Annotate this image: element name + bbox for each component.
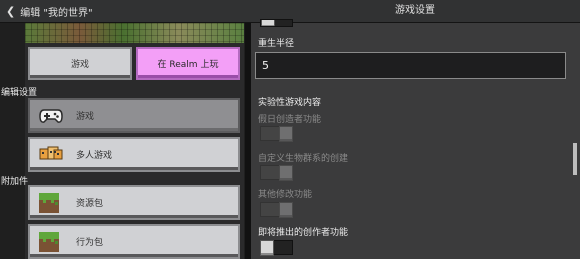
nav-item-game[interactable]: 游戏 (28, 98, 240, 133)
nav-item-label: 多人游戏 (76, 151, 113, 161)
back-button[interactable]: ❮ 编辑 "我的世界" (6, 0, 93, 22)
nav-item-behavior-packs[interactable]: 行为包 (28, 224, 240, 259)
controller-icon (39, 108, 63, 123)
nav-item-label: 行为包 (76, 238, 104, 248)
respawn-radius-input[interactable]: 5 (255, 52, 566, 79)
holiday-creator-toggle[interactable] (260, 126, 293, 142)
custom-biomes-toggle[interactable] (260, 165, 293, 181)
toggle-partial[interactable] (260, 19, 293, 27)
experimental-heading: 实验性游戏内容 (258, 98, 322, 108)
page-title: 游戏设置 (395, 5, 435, 16)
toggle-label: 假日创造者功能 (258, 115, 322, 125)
grass-block-icon (39, 231, 59, 252)
multiplayer-icon (39, 146, 63, 159)
toggle-label: 即将推出的创作者功能 (258, 228, 349, 238)
nav-item-multiplayer[interactable]: 多人游戏 (28, 137, 240, 172)
addons-heading: 附加件 (1, 177, 29, 187)
play-button[interactable]: 游戏 (28, 47, 132, 80)
nav-item-label: 资源包 (76, 199, 104, 209)
nav-item-label: 游戏 (76, 112, 95, 122)
back-label: 编辑 "我的世界" (20, 7, 93, 19)
world-preview-image (25, 23, 244, 43)
scrollbar-thumb[interactable] (573, 143, 577, 175)
edit-settings-heading: 编辑设置 (1, 88, 38, 98)
toggle-label: 自定义生物群系的创建 (258, 154, 349, 164)
nav-item-resource-packs[interactable]: 资源包 (28, 185, 240, 220)
additional-modding-toggle[interactable] (260, 202, 293, 218)
chevron-left-icon: ❮ (6, 4, 16, 18)
upcoming-creator-toggle[interactable] (260, 240, 293, 256)
play-on-realm-button[interactable]: 在 Realm 上玩 (136, 47, 240, 80)
toggle-label: 其他修改功能 (258, 190, 313, 200)
grass-block-icon (39, 192, 59, 213)
respawn-radius-label: 重生半径 (258, 39, 295, 49)
